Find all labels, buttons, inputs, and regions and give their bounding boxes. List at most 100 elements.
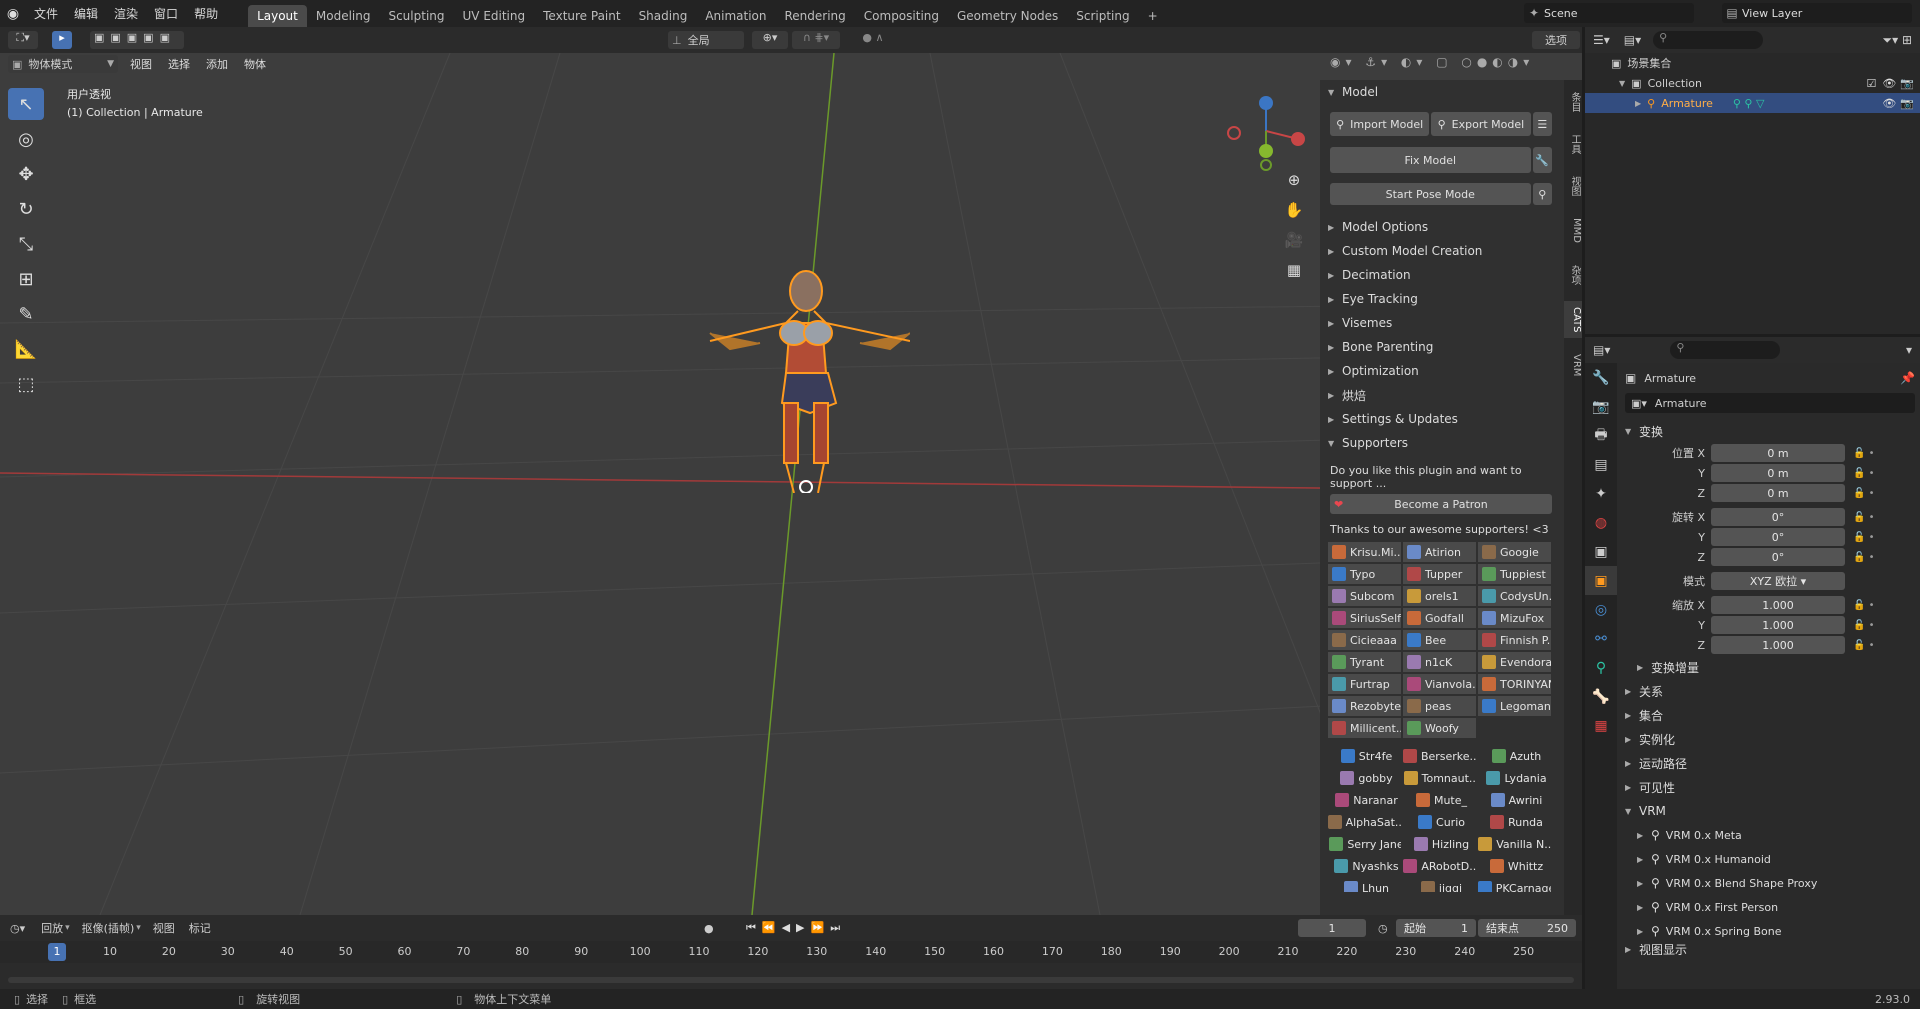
object-tab-icon[interactable]: ▣	[1585, 566, 1617, 595]
scale-tool-icon[interactable]: ⤡	[8, 228, 44, 260]
property-section[interactable]: ▶ 实例化	[1625, 727, 1915, 751]
pin-icon[interactable]: 📌	[1900, 371, 1915, 385]
modifier-tab-icon[interactable]: ◎	[1585, 595, 1617, 624]
rotation-z-field[interactable]: 0°	[1711, 548, 1845, 566]
tab-texture-paint[interactable]: Texture Paint	[534, 5, 629, 27]
tab-shading[interactable]: Shading	[630, 5, 697, 27]
tab-view[interactable]: 视图	[1564, 170, 1582, 202]
expand-triangle-icon[interactable]: ▶	[1635, 99, 1641, 108]
proportional-edit-toggle[interactable]: ● ∧	[848, 31, 898, 49]
delta-transform-section[interactable]: ▶ 变换增量	[1637, 655, 1915, 679]
object-name-field[interactable]: ▣▾ Armature	[1625, 393, 1915, 413]
menu-object[interactable]: 物体	[244, 56, 266, 72]
section-custom-model-creation[interactable]: ▶ Custom Model Creation	[1320, 239, 1564, 263]
pan-hand-icon[interactable]: ✋	[1280, 201, 1308, 231]
measure-tool-icon[interactable]: 📐	[8, 333, 44, 365]
filter-icon[interactable]: ⏷▾ ⊞	[1883, 33, 1913, 48]
menu-edit[interactable]: 编辑	[74, 5, 98, 22]
properties-editor-icon[interactable]: ▤▾	[1593, 343, 1610, 357]
object-data-tab-icon[interactable]: ⚲	[1585, 653, 1617, 682]
property-section[interactable]: ▶ 关系	[1625, 679, 1915, 703]
rotation-mode-field[interactable]: XYZ 欧拉 ▾	[1711, 572, 1845, 590]
location-z-field[interactable]: 0 m	[1711, 484, 1845, 502]
import-model-button[interactable]: ⚲ Import Model	[1330, 112, 1430, 136]
section-settings-updates[interactable]: ▶ Settings & Updates	[1320, 407, 1564, 431]
section-eye-tracking[interactable]: ▶ Eye Tracking	[1320, 287, 1564, 311]
menu-add[interactable]: 添加	[206, 56, 228, 72]
export-model-button[interactable]: ⚲ Export Model	[1431, 112, 1531, 136]
transform-tool-icon[interactable]: ⊞	[8, 263, 44, 295]
start-frame-field[interactable]: 起始 1	[1396, 919, 1476, 937]
view-layer-selector[interactable]: ▤ View Layer	[1722, 3, 1912, 23]
section-bone-parenting[interactable]: ▶ Bone Parenting	[1320, 335, 1564, 359]
model-menu-icon[interactable]: ☰	[1532, 112, 1552, 136]
model-section-header[interactable]: ▼ Model	[1320, 80, 1564, 104]
checkbox-icon[interactable]: ☑	[1866, 77, 1876, 90]
playhead[interactable]: 1	[48, 943, 66, 961]
marker-menu[interactable]: 标记	[189, 920, 211, 936]
lock-icon[interactable]: 🔓 •	[1853, 640, 1875, 651]
eye-icon[interactable]: 👁	[1882, 77, 1896, 90]
expand-triangle-icon[interactable]: ▼	[1619, 79, 1625, 88]
eye-icon[interactable]: 👁	[1882, 97, 1896, 110]
menu-window[interactable]: 窗口	[154, 5, 178, 22]
outliner-row-scene-collection[interactable]: ▣ 场景集合	[1585, 53, 1920, 73]
tab-mmd[interactable]: MMD	[1564, 212, 1582, 249]
add-workspace-button[interactable]: +	[1139, 5, 1167, 27]
scale-z-field[interactable]: 1.000	[1711, 636, 1845, 654]
tab-uv-editing[interactable]: UV Editing	[454, 5, 535, 27]
tab-geometry-nodes[interactable]: Geometry Nodes	[948, 5, 1067, 27]
zoom-icon[interactable]: ⊕	[1280, 171, 1308, 201]
section-supporters[interactable]: ▼ Supporters	[1320, 431, 1564, 455]
wrench-icon[interactable]: 🔧	[1532, 147, 1552, 173]
section-visemes[interactable]: ▶ Visemes	[1320, 311, 1564, 335]
tab-compositing[interactable]: Compositing	[855, 5, 948, 27]
outliner-row-armature[interactable]: ▶ ⚲ Armature ⚲ ⚲ ▽ 👁 📷	[1585, 93, 1920, 113]
vrm-item[interactable]: ▶ ⚲ VRM 0.x Blend Shape Proxy	[1637, 871, 1915, 895]
tab-scripting[interactable]: Scripting	[1067, 5, 1138, 27]
bone-tab-icon[interactable]: 🦴	[1585, 682, 1617, 711]
move-tool-icon[interactable]: ✥	[8, 158, 44, 190]
tab-cats[interactable]: CATS	[1564, 300, 1582, 339]
rotate-tool-icon[interactable]: ↻	[8, 193, 44, 225]
record-icon[interactable]: ●	[704, 922, 714, 935]
menu-select[interactable]: 选择	[168, 56, 190, 72]
scene-tab-icon[interactable]: ✦	[1585, 479, 1617, 508]
lock-icon[interactable]: 🔓 •	[1853, 532, 1875, 543]
vrm-section-header[interactable]: ▼ VRM	[1625, 799, 1915, 823]
keying-menu[interactable]: 抠像(插帧)	[82, 920, 135, 936]
select-box-mode-icon[interactable]: ▸	[52, 31, 72, 49]
scale-y-field[interactable]: 1.000	[1711, 616, 1845, 634]
chevron-down-icon[interactable]: ▾	[1906, 343, 1912, 357]
tab-sculpting[interactable]: Sculpting	[379, 5, 453, 27]
viewport-display-section[interactable]: ▶ 视图显示	[1625, 943, 1915, 955]
navigation-gizmo[interactable]	[1222, 91, 1318, 171]
output-tab-icon[interactable]: 🖶	[1585, 421, 1617, 450]
scale-x-field[interactable]: 1.000	[1711, 596, 1845, 614]
orientation-dropdown[interactable]: ⊥ 全局	[668, 31, 744, 49]
lock-icon[interactable]: 🔓 •	[1853, 600, 1875, 611]
timeline-scrollbar[interactable]	[8, 977, 1574, 983]
lock-icon[interactable]: 🔓 •	[1853, 468, 1875, 479]
tab-rendering[interactable]: Rendering	[776, 5, 855, 27]
vrm-item[interactable]: ▶ ⚲ VRM 0.x Humanoid	[1637, 847, 1915, 871]
mode-dropdown[interactable]: ▣ 物体模式 ▼	[8, 55, 118, 73]
tab-modeling[interactable]: Modeling	[307, 5, 380, 27]
lock-icon[interactable]: 🔓 •	[1853, 512, 1875, 523]
collection-tab-icon[interactable]: ▣	[1585, 537, 1617, 566]
world-tab-icon[interactable]: ◍	[1585, 508, 1617, 537]
viewport-shading-controls[interactable]: ◉▾ ⚓▾ ◐▾ ▢ ○●◐◑▾	[1330, 55, 1574, 73]
lock-icon[interactable]: 🔓 •	[1853, 552, 1875, 563]
constraint-tab-icon[interactable]: ⚯	[1585, 624, 1617, 653]
section-model-options[interactable]: ▶ Model Options	[1320, 215, 1564, 239]
tab-tool[interactable]: 工具	[1564, 128, 1582, 160]
property-section[interactable]: ▶ 可见性	[1625, 775, 1915, 799]
menu-view[interactable]: 视图	[130, 56, 152, 72]
outliner-row-collection[interactable]: ▼ ▣ Collection ☑ 👁 📷	[1585, 73, 1920, 93]
timeline-editor-icon[interactable]: ◷▾	[10, 922, 25, 935]
start-pose-mode-button[interactable]: Start Pose Mode	[1330, 183, 1531, 205]
armature-model[interactable]	[690, 263, 910, 493]
rotation-x-field[interactable]: 0°	[1711, 508, 1845, 526]
editor-type-button[interactable]: ⛶▾	[8, 31, 38, 49]
outliner-editor-icon[interactable]: ☰▾	[1593, 33, 1610, 47]
